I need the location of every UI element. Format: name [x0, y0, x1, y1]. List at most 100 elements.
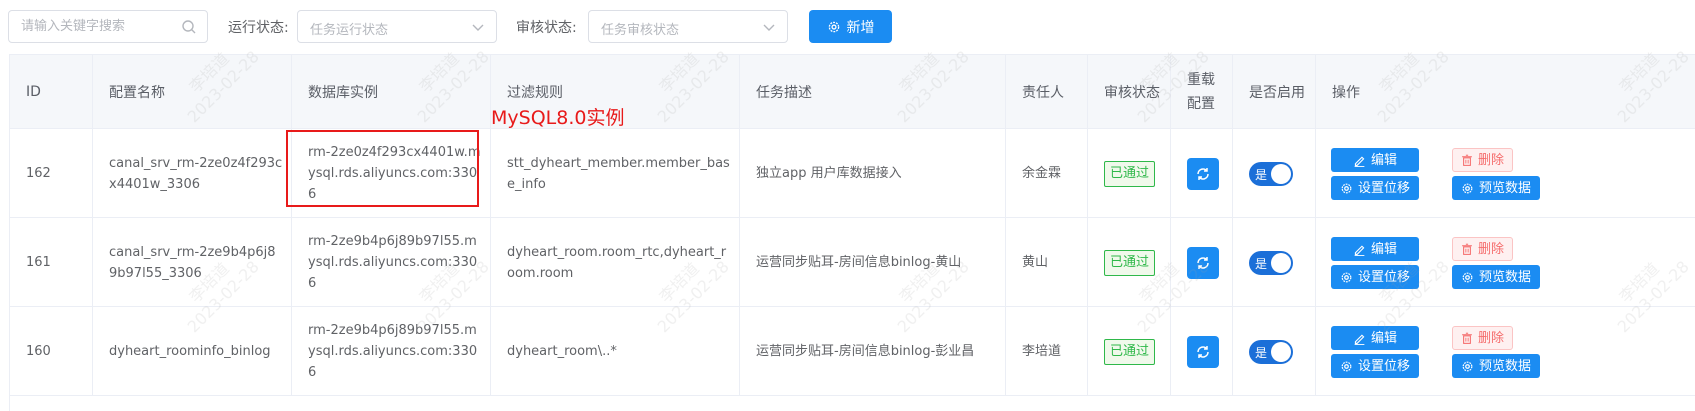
toggle-label: 是 [1255, 256, 1268, 271]
enabled-toggle[interactable]: 是 [1249, 250, 1293, 275]
header-id: ID [10, 55, 93, 129]
header-actions: 操作 [1332, 85, 1360, 101]
gear-icon [1341, 183, 1352, 193]
audit-status-placeholder: 任务审核状态 [601, 23, 680, 38]
chevron-down-icon [763, 24, 775, 31]
chevron-down-icon [472, 24, 484, 31]
cell-actions: 编辑 删除 设置位移 预览数据 [1316, 307, 1695, 396]
table-header: ID 配置名称 数据库实例 过滤规则 任务描述 责任人 审核状态 重载 配置 是… [10, 55, 1695, 129]
search-box[interactable] [8, 10, 208, 43]
cell-reload [1171, 307, 1233, 396]
table-row: 162 canal_srv_rm-2ze0z4f293cx4401w_3306 … [10, 129, 1695, 218]
edit-icon [1354, 155, 1365, 167]
cell-config-name: canal_srv_rm-2ze9b4p6j89b97l55_3306 [93, 218, 292, 307]
set-offset-button[interactable]: 设置位移 [1331, 354, 1419, 378]
set-offset-button[interactable]: 设置位移 [1331, 265, 1419, 289]
edit-button[interactable]: 编辑 [1331, 237, 1419, 261]
cell-task-desc: 运营同步贴耳-房间信息binlog-彭业昌 [740, 307, 1006, 396]
status-badge: 已通过 [1104, 338, 1156, 365]
cell-enabled: 是 [1233, 218, 1316, 307]
run-status-label: 运行状态: [228, 20, 289, 36]
cell-audit-status: 已通过 [1088, 218, 1171, 307]
annotation-text: MySQL8.0实例 [491, 107, 625, 129]
search-icon[interactable] [181, 19, 197, 35]
gear-icon [1341, 272, 1352, 282]
header-config-name: 配置名称 [93, 55, 292, 129]
header-db-instance: 数据库实例 [292, 55, 491, 129]
delete-button[interactable]: 删除 [1452, 326, 1513, 350]
enabled-toggle[interactable]: 是 [1249, 339, 1293, 364]
header-reload-line2: 配置 [1187, 96, 1215, 112]
reload-button[interactable] [1187, 246, 1219, 279]
table-row: 160 dyheart_roominfo_binlog rm-2ze9b4p6j… [10, 307, 1695, 396]
set-offset-label: 设置位移 [1357, 358, 1410, 374]
run-status-select[interactable]: 任务运行状态 [297, 10, 497, 43]
toggle-knob [1271, 252, 1291, 273]
gear-icon [828, 21, 839, 32]
reload-button[interactable] [1187, 335, 1219, 368]
toggle-label: 是 [1255, 167, 1268, 182]
preview-button[interactable]: 预览数据 [1452, 354, 1540, 378]
trash-icon [1462, 243, 1472, 255]
edit-label: 编辑 [1370, 152, 1397, 168]
cell-reload [1171, 129, 1233, 218]
refresh-icon [1197, 256, 1209, 269]
cell-audit-status: 已通过 [1088, 129, 1171, 218]
audit-status-label: 审核状态: [516, 20, 577, 36]
toggle-knob [1271, 163, 1291, 184]
header-audit-status: 审核状态 [1088, 55, 1171, 129]
cell-db-instance: rm-2ze9b4p6j89b97l55.mysql.rds.aliyuncs.… [292, 218, 491, 307]
toggle-label: 是 [1255, 345, 1268, 360]
enabled-toggle[interactable]: 是 [1249, 161, 1293, 186]
refresh-icon [1197, 167, 1209, 180]
delete-button[interactable]: 删除 [1452, 237, 1513, 261]
edit-icon [1354, 333, 1365, 345]
audit-status-select[interactable]: 任务审核状态 [588, 10, 788, 43]
cell-id: 161 [10, 218, 93, 307]
add-button[interactable]: 新增 [809, 10, 892, 43]
edit-label: 编辑 [1370, 241, 1397, 257]
edit-label: 编辑 [1370, 330, 1397, 346]
cell-enabled: 是 [1233, 129, 1316, 218]
header-reload: 重载 配置 [1171, 55, 1233, 129]
cell-config-name: dyheart_roominfo_binlog [93, 307, 292, 396]
cell-owner: 李培道 [1006, 307, 1088, 396]
cell-reload [1171, 218, 1233, 307]
status-badge: 已通过 [1104, 249, 1156, 276]
preview-button[interactable]: 预览数据 [1452, 265, 1540, 289]
cell-owner: 余金霖 [1006, 129, 1088, 218]
cell-filter-rule: stt_dyheart_member.member_base_info [491, 129, 740, 218]
add-button-label: 新增 [846, 19, 875, 36]
search-input[interactable] [21, 11, 181, 42]
set-offset-button[interactable]: 设置位移 [1331, 176, 1419, 200]
cell-enabled: 是 [1233, 307, 1316, 396]
cell-task-desc: 独立app 用户库数据接入 [740, 129, 1006, 218]
delete-label: 删除 [1477, 241, 1504, 257]
refresh-icon [1197, 345, 1209, 358]
cell-actions: 编辑 删除 设置位移 预览数据 [1316, 129, 1695, 218]
header-enabled: 是否启用 [1233, 55, 1316, 129]
cell-id: 160 [10, 307, 93, 396]
gear-icon [1462, 183, 1473, 193]
cell-filter-rule: dyheart_room\..* [491, 307, 740, 396]
cell-id: 162 [10, 129, 93, 218]
cell-owner: 黄山 [1006, 218, 1088, 307]
delete-button[interactable]: 删除 [1452, 148, 1513, 172]
edit-button[interactable]: 编辑 [1331, 326, 1419, 350]
status-badge: 已通过 [1104, 160, 1156, 187]
delete-label: 删除 [1477, 152, 1504, 168]
edit-button[interactable]: 编辑 [1331, 148, 1419, 172]
cell-task-desc: 运营同步贴耳-房间信息binlog-黄山 [740, 218, 1006, 307]
gear-icon [1462, 272, 1473, 282]
annotation-highlight-box [286, 130, 479, 207]
delete-label: 删除 [1477, 330, 1504, 346]
toolbar: 运行状态: 任务运行状态 审核状态: 任务审核状态 新增 [0, 0, 1695, 50]
config-table: ID 配置名称 数据库实例 过滤规则 任务描述 责任人 审核状态 重载 配置 是… [9, 54, 1695, 411]
set-offset-label: 设置位移 [1357, 269, 1410, 285]
trash-icon [1462, 154, 1472, 166]
preview-label: 预览数据 [1478, 358, 1531, 374]
toggle-knob [1271, 341, 1291, 362]
reload-button[interactable] [1187, 157, 1219, 190]
preview-button[interactable]: 预览数据 [1452, 176, 1540, 200]
preview-label: 预览数据 [1478, 180, 1531, 196]
